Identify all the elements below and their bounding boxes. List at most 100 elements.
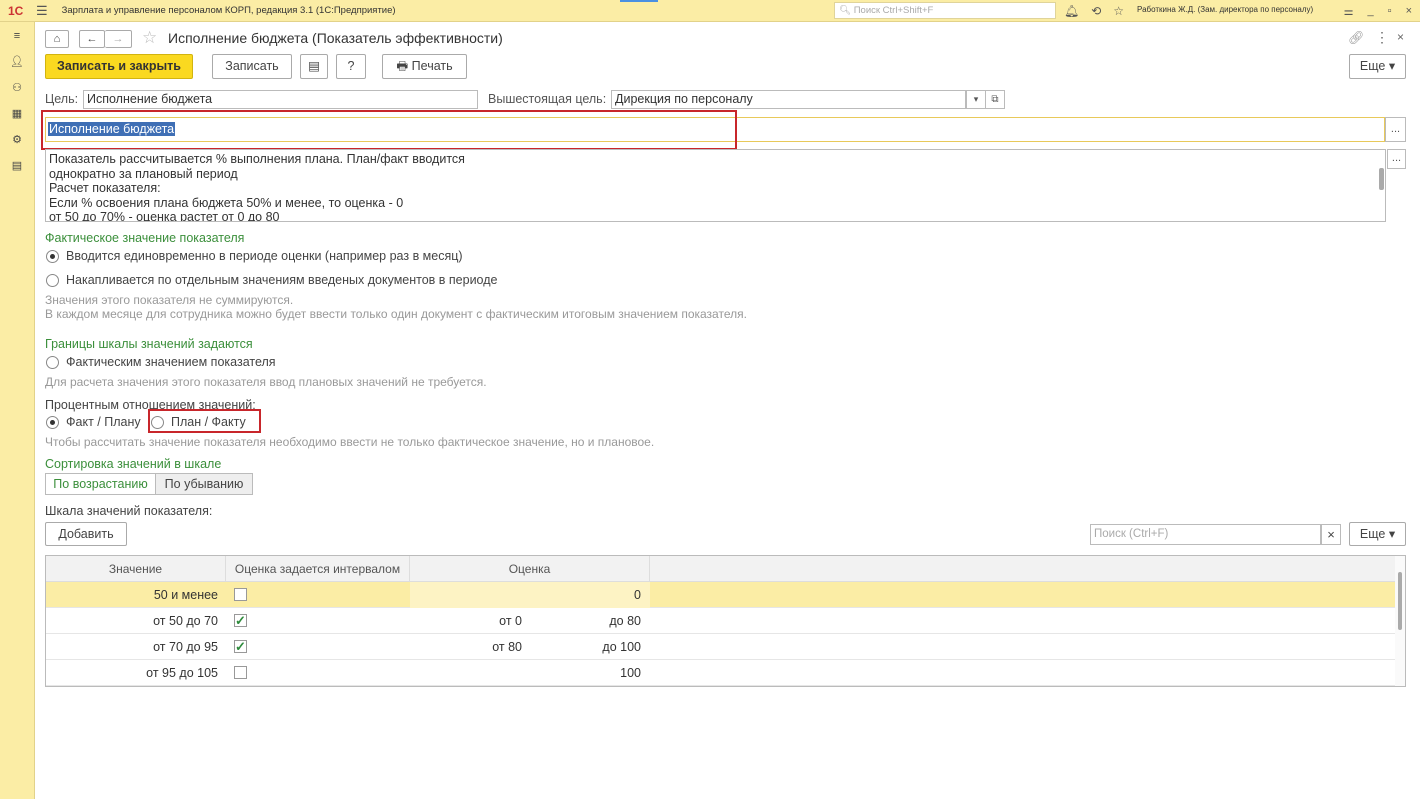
actual-option-accumulate[interactable]: Накапливается по отдельным значениям вве…	[46, 273, 497, 287]
forward-button[interactable]: →	[105, 30, 132, 48]
column-score[interactable]: Оценка	[410, 556, 650, 582]
arrow-left-icon: ←	[86, 33, 98, 45]
bounds-fact-plan[interactable]: Факт / Плану	[46, 415, 141, 429]
cell-value: 50 и менее	[153, 588, 218, 602]
app-title: Зарплата и управление персоналом КОРП, р…	[61, 5, 396, 16]
more-vertical-icon[interactable]: ⋮	[1375, 29, 1389, 46]
radio-selected[interactable]	[46, 249, 59, 263]
main-menu-icon[interactable]: ☰	[36, 3, 48, 19]
help-button[interactable]: ?	[336, 54, 366, 79]
cell-to: до 80	[609, 614, 641, 628]
settings-menu-icon[interactable]: ⚌	[1344, 5, 1354, 18]
scale-more-button[interactable]: Еще ▾	[1349, 522, 1406, 546]
scale-label: Шкала значений показателя:	[45, 504, 213, 518]
employees-icon[interactable]: 👤︎	[9, 54, 25, 70]
table-row[interactable]: 50 и менее 0	[46, 582, 1397, 608]
description-textarea[interactable]: Показатель рассчитывается % выполнения п…	[45, 149, 1386, 222]
interval-checkbox[interactable]	[234, 666, 247, 679]
document-icon: ▤	[308, 59, 320, 73]
bounds-note-1: Для расчета значения этого показателя вв…	[45, 375, 487, 389]
more-button[interactable]: Еще ▾	[1349, 54, 1406, 79]
highlight-name-field	[41, 110, 737, 150]
bounds-option-actual[interactable]: Фактическим значением показателя	[46, 355, 276, 369]
link-icon[interactable]: 🔗︎	[1348, 30, 1365, 46]
dropdown-arrow-icon: ▾	[1388, 527, 1396, 541]
save-button[interactable]: Записать	[212, 54, 292, 79]
description-scrollbar[interactable]	[1379, 168, 1384, 190]
interval-checkbox[interactable]	[234, 588, 247, 601]
parent-goal-dropdown-icon[interactable]: ▾	[966, 90, 986, 109]
bounds-section-title: Границы шкалы значений задаются	[45, 337, 253, 351]
favorite-star-icon[interactable]: ☆	[142, 28, 157, 48]
table-row[interactable]: от 50 до 70 ✓ от 0 до 80	[46, 608, 1397, 634]
form-area: ⌂ ← → ☆ Исполнение бюджета (Показатель э…	[36, 22, 1420, 799]
form-title: Исполнение бюджета (Показатель эффективн…	[168, 30, 503, 46]
table-scrollbar[interactable]	[1395, 556, 1405, 686]
title-accent	[620, 0, 658, 2]
open-parent-goal-icon[interactable]: ⧉	[986, 90, 1005, 109]
cell-from	[476, 660, 526, 686]
scrollbar-thumb[interactable]	[1398, 572, 1402, 630]
users-group-icon[interactable]: ⚇	[9, 80, 25, 96]
home-icon: ⌂	[53, 33, 61, 45]
column-value[interactable]: Значение	[46, 556, 226, 582]
favorites-star-icon[interactable]: ☆	[1113, 4, 1124, 18]
cell-to: 100	[620, 666, 641, 680]
sort-descending-button[interactable]: По убыванию	[155, 473, 253, 495]
goal-field[interactable]: Исполнение бюджета	[83, 90, 478, 109]
table-row[interactable]: от 70 до 95 ✓ от 80 до 100	[46, 634, 1397, 660]
cell-to: до 100	[602, 640, 641, 654]
minimize-icon[interactable]: _	[1368, 5, 1374, 17]
calculator-icon[interactable]: ▦	[9, 106, 25, 122]
scale-search-input[interactable]: Поиск (Ctrl+F)	[1090, 524, 1321, 545]
actual-note-1: Значения этого показателя не суммируются…	[45, 293, 294, 307]
arrow-right-icon: →	[112, 33, 124, 45]
cell-to: 0	[634, 588, 641, 602]
bell-icon[interactable]: 🔔︎	[1064, 4, 1079, 18]
restore-icon[interactable]: ▫	[1388, 5, 1392, 17]
print-button[interactable]: 🖶 Печать	[382, 54, 467, 79]
highlight-plan-fact	[148, 409, 261, 433]
home-button[interactable]: ⌂	[45, 30, 69, 48]
interval-checkbox[interactable]: ✓	[234, 614, 247, 627]
back-button[interactable]: ←	[79, 30, 105, 48]
actual-section-title: Фактическое значение показателя	[45, 231, 245, 245]
cell-value: от 95 до 105	[146, 666, 218, 680]
column-interval[interactable]: Оценка задается интервалом	[226, 556, 410, 582]
dropdown-arrow-icon: ▾	[1388, 59, 1396, 73]
radio-unselected[interactable]	[46, 355, 59, 369]
history-icon[interactable]: ⟲	[1091, 4, 1101, 18]
search-icon: 🔍︎	[839, 5, 852, 16]
cell-value: от 50 до 70	[153, 614, 218, 628]
cell-from: от 0	[499, 614, 522, 628]
interval-checkbox[interactable]: ✓	[234, 640, 247, 653]
actual-option-once[interactable]: Вводится единовременно в периоде оценки …	[46, 249, 463, 263]
gear-icon[interactable]: ⚙	[9, 132, 25, 148]
table-header: Значение Оценка задается интервалом Оцен…	[46, 556, 1397, 582]
global-search-input[interactable]: 🔍︎ Поиск Ctrl+Shift+F	[834, 2, 1056, 19]
parent-goal-field[interactable]: Дирекция по персоналу	[611, 90, 966, 109]
radio-selected[interactable]	[46, 415, 59, 429]
radio-unselected[interactable]	[46, 273, 59, 287]
current-user[interactable]: Работкина Ж.Д. (Зам. директора по персон…	[1137, 5, 1313, 14]
save-and-close-button[interactable]: Записать и закрыть	[45, 54, 193, 79]
report-button[interactable]: ▤	[300, 54, 328, 79]
cell-value: от 70 до 95	[153, 640, 218, 654]
table-row[interactable]: от 95 до 105 100	[46, 660, 1397, 686]
description-open-button[interactable]: ...	[1387, 149, 1406, 169]
add-button[interactable]: Добавить	[45, 522, 127, 546]
parent-goal-label: Вышестоящая цель:	[488, 92, 607, 106]
form-close-icon[interactable]: ×	[1397, 30, 1404, 44]
left-sidebar: ≡ 👤︎ ⚇ ▦ ⚙ ▤	[0, 22, 35, 799]
id-card-icon[interactable]: ▤	[9, 158, 25, 174]
name-select-button[interactable]: ...	[1385, 117, 1406, 142]
menu-icon[interactable]: ≡	[9, 28, 25, 44]
cell-from	[476, 582, 526, 608]
sorting-section-title: Сортировка значений в шкале	[45, 457, 222, 471]
close-icon[interactable]: ×	[1406, 5, 1412, 17]
printer-icon: 🖶	[396, 59, 409, 73]
sort-ascending-button[interactable]: По возрастанию	[45, 473, 156, 495]
clear-search-button[interactable]: ×	[1321, 524, 1341, 545]
app-titlebar: 1С ☰ Зарплата и управление персоналом КО…	[0, 0, 1420, 22]
bounds-note-2: Чтобы рассчитать значение показателя нео…	[45, 435, 655, 449]
